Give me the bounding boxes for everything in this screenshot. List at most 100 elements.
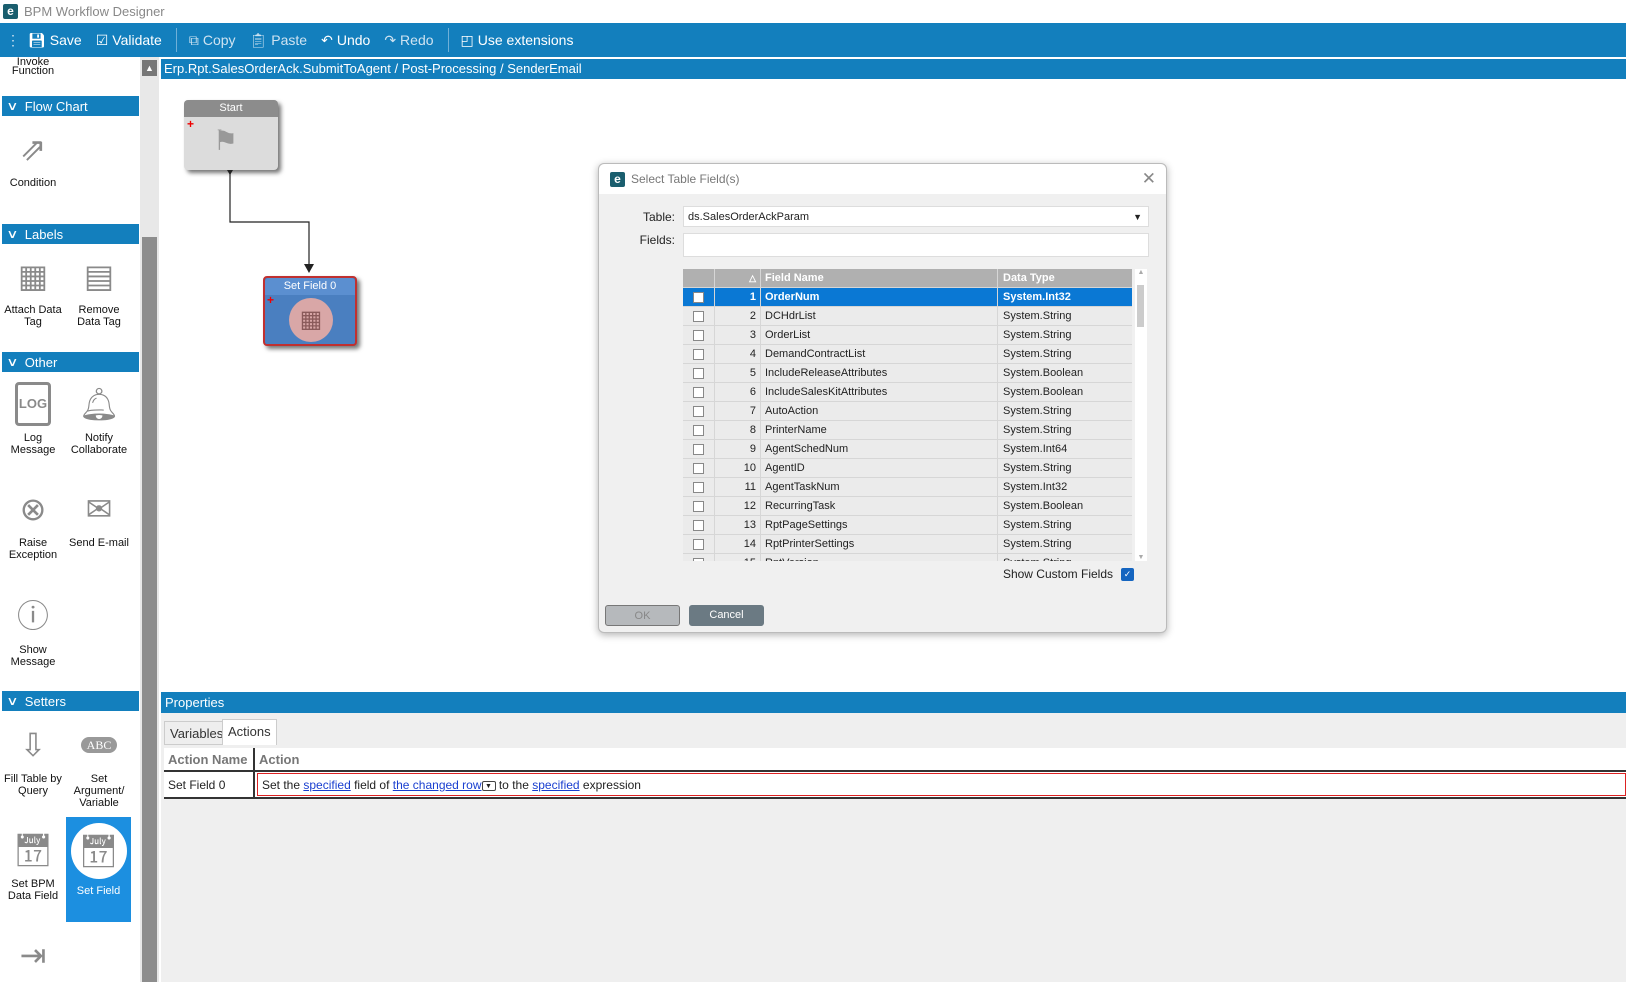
- tool-invoke-function[interactable]: Function: [1, 65, 65, 77]
- col-data-type[interactable]: Data Type: [998, 269, 1132, 287]
- grid-row[interactable]: 15 RptVersion System.String: [683, 554, 1132, 561]
- table-select[interactable]: ds.SalesOrderAckParam ▼: [683, 206, 1149, 227]
- copy-button[interactable]: ⧉ Copy: [189, 32, 236, 49]
- tool-set-bpm-data-field[interactable]: 📅︎ Set BPM Data Field: [1, 828, 65, 902]
- tool-remove-data-tag[interactable]: ▤ Remove Data Tag: [67, 254, 131, 328]
- specified-field-link[interactable]: specified: [303, 778, 350, 792]
- scroll-down-icon[interactable]: ▼: [1135, 554, 1147, 561]
- grid-row[interactable]: 7 AutoAction System.String: [683, 402, 1132, 421]
- grid-scrollbar[interactable]: ▲ ▼: [1135, 269, 1147, 561]
- row-select[interactable]: [683, 440, 715, 458]
- section-flow-chart[interactable]: ∨ Flow Chart: [2, 96, 139, 116]
- validate-button[interactable]: ☑ Validate: [96, 32, 162, 49]
- grid-row[interactable]: 3 OrderList System.String: [683, 326, 1132, 345]
- specified-expression-link[interactable]: specified: [532, 778, 579, 792]
- row-select[interactable]: [683, 478, 715, 496]
- tab-variables[interactable]: Variables: [164, 721, 230, 745]
- close-icon[interactable]: ✕: [1142, 169, 1156, 189]
- tool-fill-table-by-query[interactable]: ⇩ Fill Table by Query: [1, 723, 65, 797]
- dropdown-icon[interactable]: ▼: [481, 780, 496, 791]
- tool-log-message[interactable]: LOG Log Message: [1, 382, 65, 456]
- col-field-name[interactable]: Field Name: [761, 269, 998, 287]
- row-checkbox[interactable]: [693, 481, 704, 493]
- row-select[interactable]: [683, 383, 715, 401]
- field-name-cell: AgentID: [761, 459, 998, 477]
- grid-row[interactable]: 1 OrderNum System.Int32: [683, 288, 1132, 307]
- grid-row[interactable]: 14 RptPrinterSettings System.String: [683, 535, 1132, 554]
- scrollbar-thumb[interactable]: [1137, 285, 1144, 327]
- row-select[interactable]: [683, 497, 715, 515]
- scroll-up-icon[interactable]: ▲: [142, 60, 157, 76]
- tool-set-field[interactable]: 📅︎ Set Field: [66, 817, 131, 922]
- section-labels[interactable]: ∨ Labels: [2, 224, 139, 244]
- row-checkbox[interactable]: [693, 405, 704, 417]
- grid-row[interactable]: 13 RptPageSettings System.String: [683, 516, 1132, 535]
- row-checkbox[interactable]: [693, 519, 704, 531]
- row-checkbox[interactable]: [693, 462, 704, 474]
- tool-attach-data-tag[interactable]: ▦ Attach Data Tag: [1, 254, 65, 328]
- row-select[interactable]: [683, 326, 715, 344]
- changed-row-link[interactable]: the changed row: [393, 778, 482, 792]
- row-checkbox[interactable]: [693, 310, 704, 322]
- row-select[interactable]: [683, 554, 715, 561]
- row-select[interactable]: [683, 345, 715, 363]
- row-select[interactable]: [683, 459, 715, 477]
- row-checkbox[interactable]: [693, 348, 704, 360]
- row-checkbox[interactable]: [693, 538, 704, 550]
- cancel-button[interactable]: Cancel: [689, 605, 764, 626]
- tool-show-message[interactable]: ⓘ Show Message: [1, 594, 65, 668]
- field-name-cell: AgentSchedNum: [761, 440, 998, 458]
- tool-raise-exception[interactable]: ⊗ Raise Exception: [1, 487, 65, 561]
- row-select[interactable]: [683, 535, 715, 553]
- calendar-icon: ▦: [289, 298, 333, 342]
- scroll-up-icon[interactable]: ▲: [1135, 269, 1147, 276]
- section-other[interactable]: ∨ Other: [2, 352, 139, 372]
- redo-button[interactable]: ↷ Redo: [384, 32, 433, 49]
- grid-row[interactable]: 11 AgentTaskNum System.Int32: [683, 478, 1132, 497]
- app-logo-icon: e: [3, 4, 18, 19]
- grid-row[interactable]: 4 DemandContractList System.String: [683, 345, 1132, 364]
- grid-row[interactable]: 9 AgentSchedNum System.Int64: [683, 440, 1132, 459]
- grid-row[interactable]: 2 DCHdrList System.String: [683, 307, 1132, 326]
- row-checkbox[interactable]: [693, 443, 704, 455]
- row-checkbox[interactable]: [693, 329, 704, 341]
- tool-next[interactable]: ⇥: [1, 933, 65, 982]
- ok-button[interactable]: OK: [605, 605, 680, 626]
- row-checkbox[interactable]: [693, 386, 704, 398]
- row-checkbox[interactable]: [693, 424, 704, 436]
- paste-button[interactable]: 📋︎ Paste: [250, 32, 308, 49]
- row-select[interactable]: [683, 402, 715, 420]
- grid-row[interactable]: 12 RecurringTask System.Boolean: [683, 497, 1132, 516]
- row-checkbox[interactable]: [693, 291, 704, 303]
- col-action-name: Action Name: [164, 748, 255, 770]
- save-button[interactable]: 💾︎ Save: [28, 32, 82, 49]
- undo-button[interactable]: ↶ Undo: [321, 32, 370, 49]
- exception-icon: ⊗: [19, 491, 47, 527]
- row-checkbox[interactable]: [693, 367, 704, 379]
- grid-row[interactable]: 5 IncludeReleaseAttributes System.Boolea…: [683, 364, 1132, 383]
- row-select[interactable]: [683, 421, 715, 439]
- fields-input[interactable]: [683, 233, 1149, 257]
- row-checkbox[interactable]: [693, 557, 704, 561]
- row-select[interactable]: [683, 307, 715, 325]
- grid-row[interactable]: 6 IncludeSalesKitAttributes System.Boole…: [683, 383, 1132, 402]
- tool-condition[interactable]: ⇗ Condition: [1, 127, 65, 189]
- tool-set-argument-variable[interactable]: ABC Set Argument/ Variable: [67, 723, 131, 809]
- show-custom-fields-checkbox[interactable]: ✓: [1121, 568, 1134, 581]
- row-select[interactable]: [683, 288, 715, 306]
- set-field-node[interactable]: Set Field 0 + ▦: [263, 276, 357, 346]
- sort-asc-icon[interactable]: △: [715, 269, 761, 287]
- grid-row[interactable]: 10 AgentID System.String: [683, 459, 1132, 478]
- row-select[interactable]: [683, 516, 715, 534]
- use-extensions-button[interactable]: ◰ Use extensions: [461, 32, 574, 49]
- grid-row[interactable]: 8 PrinterName System.String: [683, 421, 1132, 440]
- sidebar-scrollbar[interactable]: ▲: [140, 57, 159, 982]
- table-row[interactable]: Set Field 0 Set the specified field of t…: [164, 772, 1626, 799]
- row-checkbox[interactable]: [693, 500, 704, 512]
- tool-notify-collaborate[interactable]: 🔔︎ Notify Collaborate: [67, 382, 131, 456]
- scrollbar-thumb[interactable]: [142, 237, 157, 982]
- tool-send-email[interactable]: ✉ Send E-mail: [67, 487, 131, 549]
- tab-actions[interactable]: Actions: [222, 719, 277, 745]
- row-select[interactable]: [683, 364, 715, 382]
- section-setters[interactable]: ∨ Setters: [2, 691, 139, 711]
